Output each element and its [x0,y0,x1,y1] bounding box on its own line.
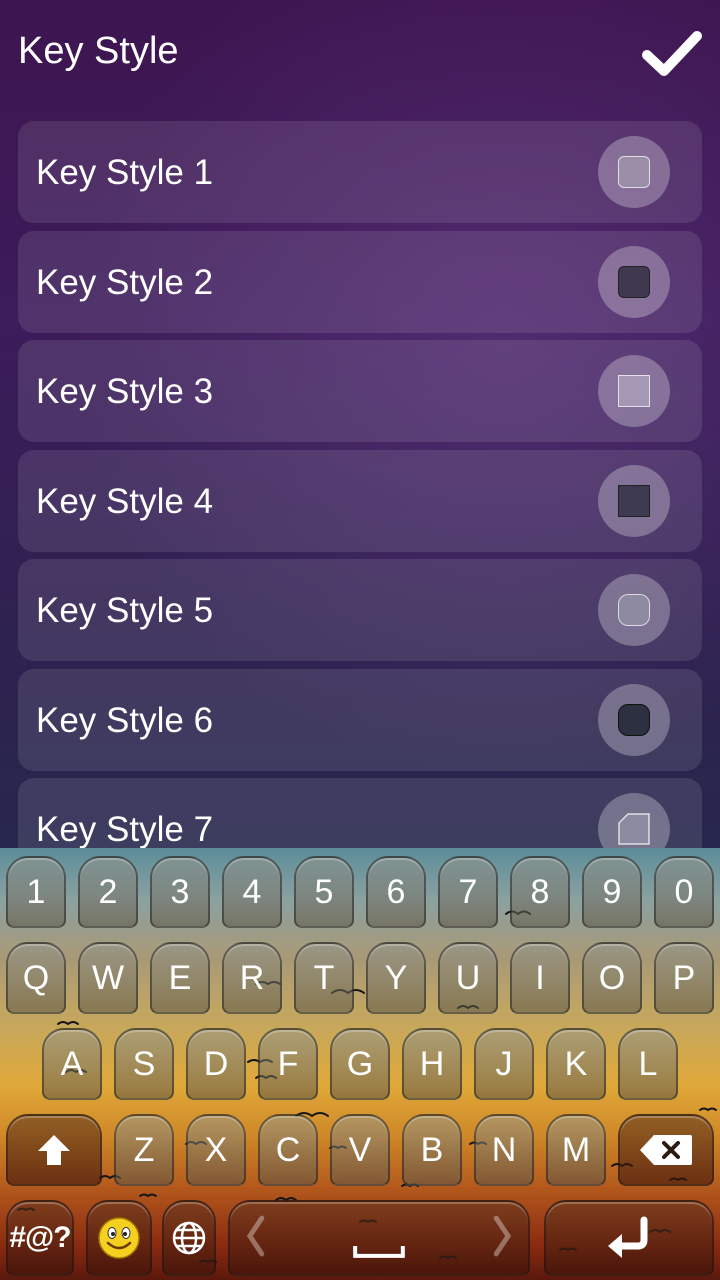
key-style-option-2[interactable]: Key Style 2 [18,230,702,333]
key-n[interactable]: N [474,1114,534,1186]
key-r[interactable]: R [222,942,282,1014]
style-preview-radio[interactable] [598,574,670,646]
key-k[interactable]: K [546,1028,606,1100]
key-e[interactable]: E [150,942,210,1014]
checkmark-icon[interactable] [642,28,702,78]
key-6[interactable]: 6 [366,856,426,928]
key-g[interactable]: G [330,1028,390,1100]
backspace-key[interactable] [618,1114,714,1186]
key-j[interactable]: J [474,1028,534,1100]
key-u[interactable]: U [438,942,498,1014]
option-label: Key Style 4 [36,481,214,521]
key-0[interactable]: 0 [654,856,714,928]
space-bar-icon [246,1215,512,1258]
shift-arrow-icon [38,1135,70,1165]
key-d[interactable]: D [186,1028,246,1100]
keyboard-preview: 1 2 3 4 5 6 7 8 9 0 Q W E R T Y U I O P … [0,848,720,1280]
option-label: Key Style 6 [36,700,214,740]
key-w[interactable]: W [78,942,138,1014]
key-style-option-4[interactable]: Key Style 4 [18,449,702,552]
key-style-list: Key Style 1 Key Style 2 Key Style 3 Key … [18,121,702,848]
key-3[interactable]: 3 [150,856,210,928]
emoji-key[interactable] [86,1200,152,1276]
key-h[interactable]: H [402,1028,462,1100]
key-p[interactable]: P [654,942,714,1014]
option-label: Key Style 2 [36,262,214,302]
cut-corner-swatch [618,813,650,845]
key-style-option-1[interactable]: Key Style 1 [18,121,702,223]
globe-key[interactable] [162,1200,216,1276]
key-s[interactable]: S [114,1028,174,1100]
key-x[interactable]: X [186,1114,246,1186]
key-8[interactable]: 8 [510,856,570,928]
key-z[interactable]: Z [114,1114,174,1186]
symbols-key[interactable]: #@? [6,1200,74,1276]
key-q[interactable]: Q [6,942,66,1014]
key-b[interactable]: B [402,1114,462,1186]
enter-key[interactable] [544,1200,714,1276]
key-v[interactable]: V [330,1114,390,1186]
key-9[interactable]: 9 [582,856,642,928]
key-2[interactable]: 2 [78,856,138,928]
style-preview-radio[interactable] [598,245,670,318]
style-preview-radio[interactable] [598,355,670,427]
rounded-square-swatch [618,156,650,188]
key-style-option-3[interactable]: Key Style 3 [18,340,702,442]
key-i[interactable]: I [510,942,570,1014]
rounded-square-swatch [618,265,650,298]
return-arrow-icon [608,1216,648,1258]
shift-key[interactable] [6,1114,102,1186]
key-f[interactable]: F [258,1028,318,1100]
key-5[interactable]: 5 [294,856,354,928]
header: Key Style [0,0,720,110]
key-y[interactable]: Y [366,942,426,1014]
style-preview-radio[interactable] [598,464,670,537]
key-o[interactable]: O [582,942,642,1014]
key-a[interactable]: A [42,1028,102,1100]
option-label: Key Style 5 [36,591,214,630]
round-swatch [618,594,650,626]
key-c[interactable]: C [258,1114,318,1186]
smiley-icon [98,1217,140,1259]
option-label: Key Style 1 [36,153,214,192]
page-title: Key Style [18,30,179,72]
key-style-option-5[interactable]: Key Style 5 [18,559,702,661]
space-bar[interactable] [228,1200,530,1276]
key-l[interactable]: L [618,1028,678,1100]
key-7[interactable]: 7 [438,856,498,928]
key-t[interactable]: T [294,942,354,1014]
option-label: Key Style 3 [36,372,214,411]
round-swatch [618,703,650,736]
style-preview-radio[interactable] [598,683,670,756]
backspace-icon [640,1135,692,1165]
square-swatch [618,484,650,517]
key-style-option-6[interactable]: Key Style 6 [18,668,702,771]
option-label: Key Style 7 [36,810,214,848]
globe-icon [172,1221,206,1255]
square-swatch [618,375,650,407]
key-style-option-7[interactable]: Key Style 7 [18,778,702,848]
style-preview-radio[interactable] [598,793,670,848]
key-m[interactable]: M [546,1114,606,1186]
style-preview-radio[interactable] [598,136,670,208]
key-4[interactable]: 4 [222,856,282,928]
key-1[interactable]: 1 [6,856,66,928]
